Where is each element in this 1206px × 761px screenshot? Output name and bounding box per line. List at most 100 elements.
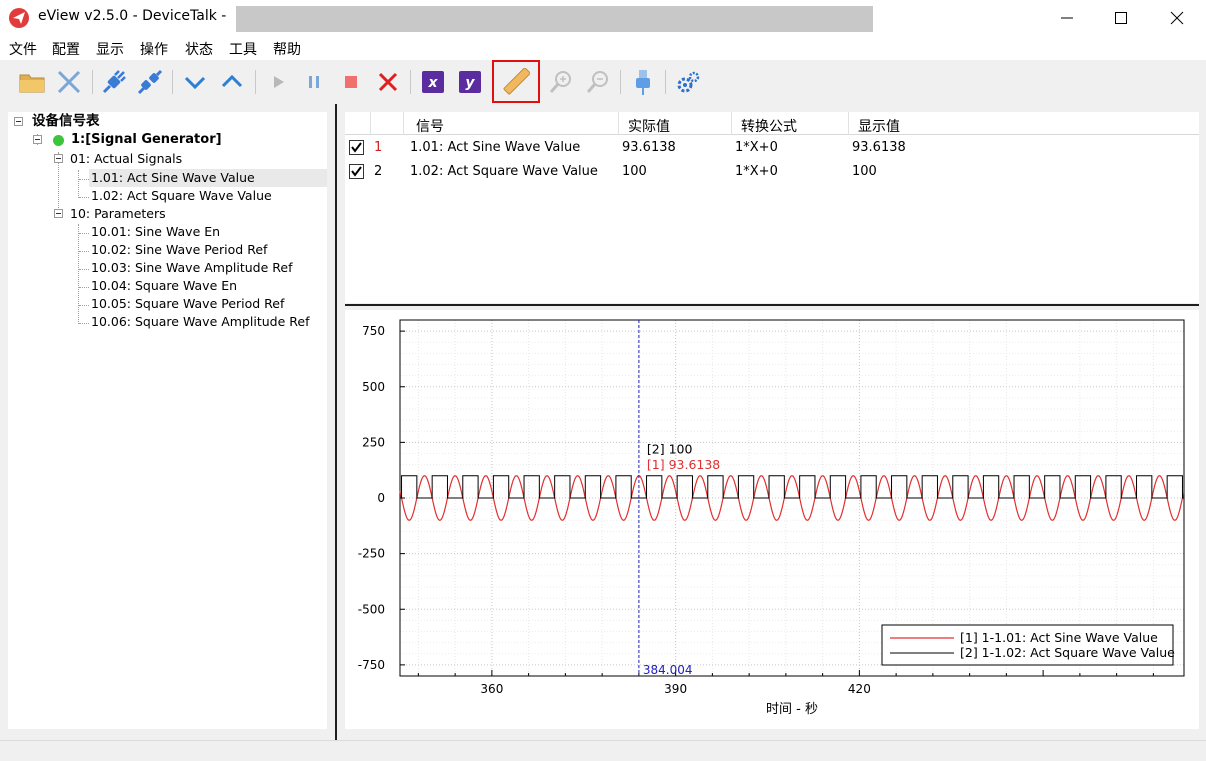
delete-icon [378, 72, 398, 92]
zoom-out-icon [586, 71, 608, 93]
zoom-out-button[interactable] [582, 66, 614, 98]
y-tick-label: 0 [377, 491, 385, 505]
menu-display[interactable]: 显示 [96, 39, 124, 59]
legend-entry: [1] 1-1.01: Act Sine Wave Value [960, 630, 1158, 645]
stop-icon [345, 76, 357, 88]
y-tick-label: -500 [358, 602, 385, 616]
title-redacted-area [236, 6, 873, 32]
column-formula[interactable]: 转换公式 [741, 116, 797, 136]
maximize-button[interactable] [1094, 0, 1148, 36]
tree-group-parameters[interactable]: 10: Parameters [70, 205, 166, 223]
tree-item-10-06[interactable]: 10.06: Square Wave Amplitude Ref [91, 313, 309, 331]
column-signal[interactable]: 信号 [416, 116, 444, 136]
row-checkbox[interactable] [349, 164, 364, 179]
menu-status[interactable]: 状态 [185, 39, 213, 59]
close-file-icon [57, 70, 81, 94]
device-signal-tree: 设备信号表 1:[Signal Generator] 01: Actual Si… [8, 112, 327, 729]
y-tick-label: 750 [362, 324, 385, 338]
row-formula: 1*X+0 [735, 140, 778, 155]
root-collapse-toggle[interactable] [14, 117, 23, 126]
menu-config[interactable]: 配置 [52, 39, 80, 59]
table-row[interactable]: 1 1.01: Act Sine Wave Value 93.6138 1*X+… [345, 136, 1199, 160]
menu-file[interactable]: 文件 [9, 39, 37, 59]
menu-operation[interactable]: 操作 [140, 39, 168, 59]
svg-text:y: y [465, 75, 475, 91]
tree-item-10-05[interactable]: 10.05: Square Wave Period Ref [91, 295, 284, 313]
disconnect-button[interactable] [134, 66, 166, 98]
row-actual: 93.6138 [622, 140, 676, 155]
horizontal-splitter[interactable] [345, 304, 1199, 306]
menu-tools[interactable]: 工具 [229, 39, 257, 59]
y-tick-label: -250 [358, 547, 385, 561]
tree-root-label[interactable]: 设备信号表 [32, 112, 100, 130]
row-display: 100 [852, 164, 877, 179]
table-row[interactable]: 2 1.02: Act Square Wave Value 100 1*X+0 … [345, 160, 1199, 184]
play-button[interactable] [262, 66, 294, 98]
connect-button[interactable] [98, 66, 130, 98]
close-icon [1170, 11, 1184, 25]
x-tick-label: 360 [480, 682, 503, 696]
group-collapse-toggle[interactable] [54, 209, 63, 218]
play-icon [274, 76, 284, 88]
disconnect-icon [137, 69, 163, 95]
open-button[interactable] [16, 66, 48, 98]
zoom-in-button[interactable] [545, 66, 577, 98]
tree-item-10-01[interactable]: 10.01: Sine Wave En [91, 223, 220, 241]
device-status-dot [53, 135, 64, 146]
minimize-button[interactable] [1040, 0, 1094, 36]
close-button[interactable] [1150, 0, 1204, 36]
settings-icon [677, 71, 700, 93]
delete-button[interactable] [372, 66, 404, 98]
menu-bar: 文件 配置 显示 操作 状态 工具 帮助 [0, 36, 1206, 60]
maximize-icon [1115, 12, 1127, 24]
row-index: 1 [374, 140, 383, 155]
x-tick-label: 390 [664, 682, 687, 696]
tree-device-label[interactable]: 1:[Signal Generator] [71, 131, 222, 149]
row-checkbox[interactable] [349, 140, 364, 155]
svg-text:x: x [427, 75, 438, 91]
vertical-splitter[interactable] [335, 104, 337, 740]
ruler-highlight-box [492, 60, 540, 103]
signal-chart[interactable]: 750 500 250 0 -250 -500 -750 360 390 420 时间 - 秒 384… [345, 310, 1199, 729]
x-tick-label: 420 [848, 682, 871, 696]
column-actual-value[interactable]: 实际值 [628, 116, 670, 136]
pause-button[interactable] [298, 66, 330, 98]
tree-item-10-04[interactable]: 10.04: Square Wave En [91, 277, 237, 295]
table-header: 信号 实际值 转换公式 显示值 [345, 112, 1199, 135]
x-axis-button[interactable]: x [417, 66, 449, 98]
zoom-in-icon [549, 71, 571, 93]
close-file-button[interactable] [53, 66, 85, 98]
collapse-button[interactable] [179, 66, 211, 98]
status-bar [0, 740, 1206, 761]
settings-button[interactable] [672, 66, 704, 98]
toolbar: x y [0, 60, 1206, 104]
row-signal: 1.01: Act Sine Wave Value [410, 140, 581, 155]
expand-icon [221, 74, 243, 88]
menu-help[interactable]: 帮助 [273, 39, 301, 59]
tree-item-1-02[interactable]: 1.02: Act Square Wave Value [91, 187, 272, 205]
minimize-icon [1061, 17, 1073, 19]
connect-icon [102, 70, 126, 94]
expand-button[interactable] [216, 66, 248, 98]
tree-group-actual-signals[interactable]: 01: Actual Signals [70, 150, 182, 168]
row-index: 2 [374, 164, 383, 179]
row-display: 93.6138 [852, 140, 906, 155]
tree-item-1-01[interactable]: 1.01: Act Sine Wave Value [89, 169, 327, 187]
pause-icon [309, 76, 319, 88]
signal-table: 信号 实际值 转换公式 显示值 1 1.01: Act Sine Wave Va… [345, 112, 1199, 303]
y-axis-icon: y [459, 71, 481, 93]
tree-item-10-03[interactable]: 10.03: Sine Wave Amplitude Ref [91, 259, 293, 277]
usb-button[interactable] [627, 66, 659, 98]
column-display-value[interactable]: 显示值 [858, 116, 900, 136]
group-collapse-toggle[interactable] [54, 154, 63, 163]
device-collapse-toggle[interactable] [33, 135, 42, 144]
x-axis-icon: x [422, 71, 444, 93]
tree-item-10-02[interactable]: 10.02: Sine Wave Period Ref [91, 241, 267, 259]
cursor-value-label: [2] 100 [647, 442, 693, 457]
y-tick-label: -750 [358, 658, 385, 672]
stop-button[interactable] [335, 66, 367, 98]
y-axis-button[interactable]: y [454, 66, 486, 98]
y-tick-label: 250 [362, 435, 385, 449]
chart-plot[interactable]: 750 500 250 0 -250 -500 -750 360 390 420 时间 - 秒 384… [345, 310, 1199, 729]
collapse-icon [184, 76, 206, 90]
